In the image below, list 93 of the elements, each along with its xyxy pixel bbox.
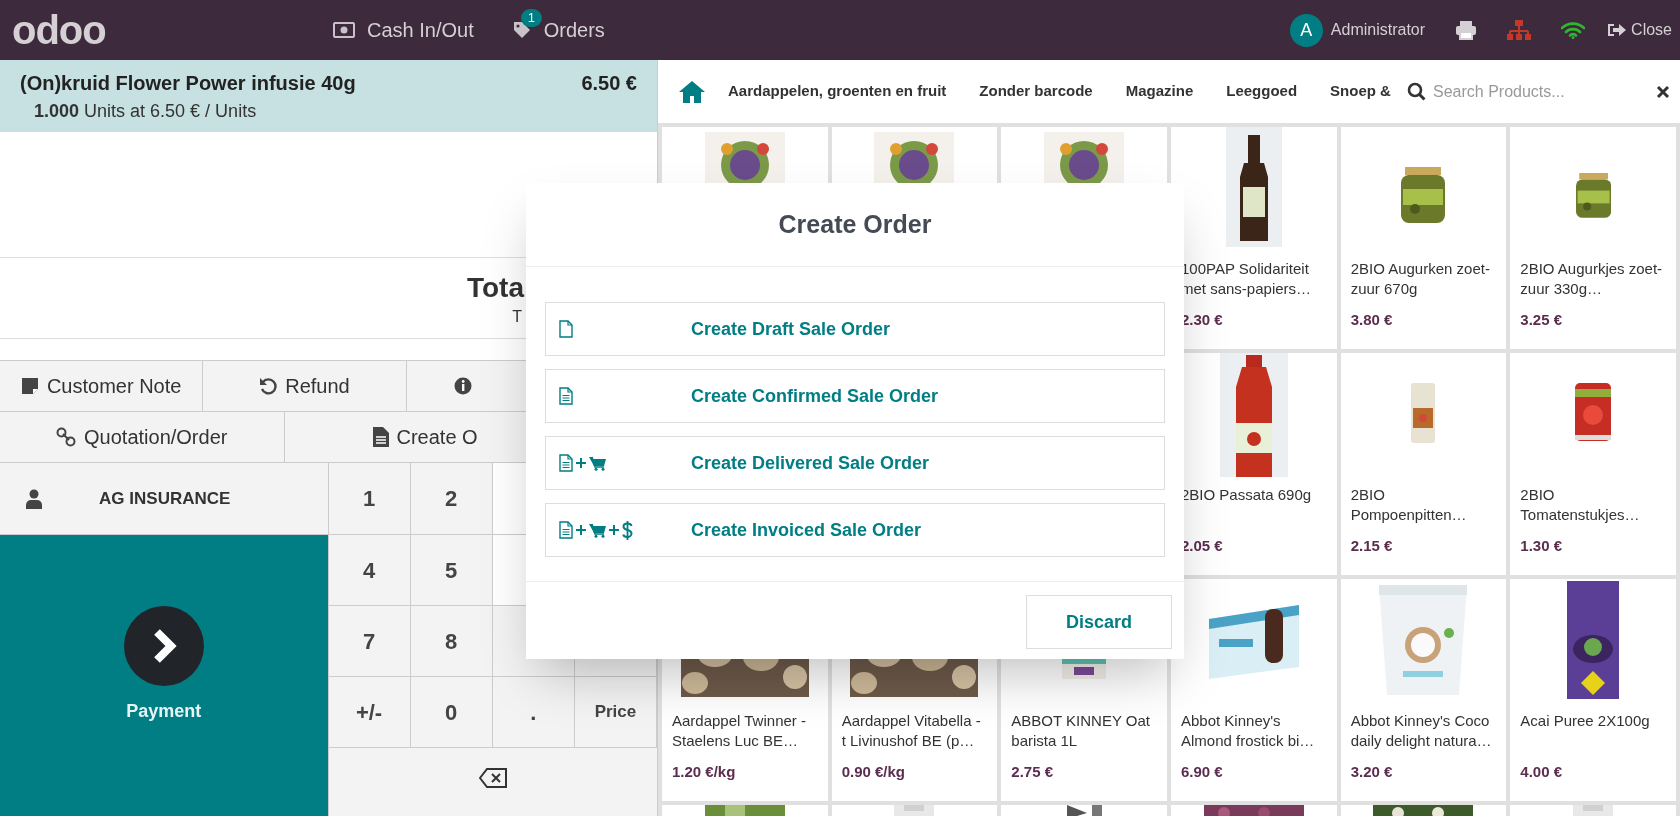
category-tab[interactable]: Aardappelen, groenten en fruit (728, 80, 947, 103)
note-button[interactable]: Customer Note (0, 361, 204, 411)
order-option[interactable]: Create Delivered Sale Order (545, 436, 1165, 490)
info-icon (453, 377, 472, 395)
total-label: Tota (466, 271, 524, 305)
search-field[interactable]: Search Products... (1433, 79, 1650, 104)
quotation-button[interactable]: Quotation/Order (0, 412, 285, 462)
payment-button[interactable]: Payment (0, 535, 328, 816)
backspace-icon (478, 768, 507, 788)
taxes-label: T (512, 307, 523, 327)
document-lines-icon (559, 454, 573, 472)
tag-icon (511, 20, 532, 40)
undo-icon (259, 377, 278, 395)
dollar-icon (622, 520, 633, 540)
sign-out-icon (1607, 22, 1628, 38)
product-name: Abbot Kinney's Coco daily delight natura… (1349, 711, 1493, 751)
note-icon (20, 377, 39, 395)
product-price: 1.30 € (1519, 536, 1564, 556)
product-price: 3.20 € (1349, 762, 1394, 782)
product-price: 3.80 € (1349, 310, 1394, 330)
product-card[interactable]: Abbot Kinney's Coco daily delight natura… 3.20 € (1340, 579, 1507, 801)
category-tab[interactable]: Snoep & (1330, 80, 1391, 103)
unit-detail: Units at 6.50 € / Units (84, 100, 257, 123)
order-option[interactable]: Create Invoiced Sale Order (545, 503, 1165, 557)
product-name: Aardappel Twinner - Staelens Luc BE… (671, 711, 807, 751)
product-name: Aardappel Vitabella - t Livinushof BE (p… (840, 711, 982, 751)
document-icon (559, 320, 573, 338)
logo[interactable]: odoo (0, 10, 333, 50)
product-name: ABBOT KINNEY Oat barista 1L (1010, 711, 1151, 751)
category-tab[interactable]: Magazine (1125, 80, 1194, 103)
cart-icon (589, 455, 606, 471)
product-price: 3.25 € (1519, 310, 1564, 330)
document-lines-icon (559, 387, 573, 405)
network-icon (1507, 19, 1532, 41)
person-icon (26, 488, 42, 509)
product-card[interactable]: 2BIO Augurkjes zoet-zuur 330g… 3.25 € (1510, 127, 1676, 349)
numpad-key[interactable]: +/- (328, 677, 411, 747)
printer-icon (1455, 20, 1478, 40)
product-price: 0.90 €/kg (840, 762, 907, 782)
numpad-key[interactable]: 0 (410, 677, 493, 747)
order-option[interactable]: Create Draft Sale Order (545, 302, 1165, 356)
numpad-key[interactable]: 4 (328, 535, 411, 605)
home-icon (678, 79, 706, 104)
search-icon (1407, 82, 1426, 101)
user-name[interactable]: Administrator (1330, 18, 1426, 42)
close-icon (1656, 84, 1670, 99)
product-name: 2BIO Augurken zoet-zuur 670g (1349, 259, 1491, 299)
product-name: 2BIO Augurkjes zoet-zuur 330g… (1519, 259, 1664, 299)
count-badge: 1 (520, 9, 542, 27)
numpad-key[interactable]: 1 (328, 463, 411, 534)
product-price: 4.00 € (1519, 762, 1564, 782)
product-name: Acai Puree 2X100g (1519, 711, 1651, 731)
chevron-right-icon (123, 606, 204, 686)
refund-button[interactable]: Refund (203, 361, 407, 411)
plus-icon (609, 525, 619, 535)
product-card[interactable]: Acai Puree 2X100g 4.00 € (1510, 579, 1676, 801)
plus-icon (576, 525, 586, 535)
product-name: (On)kruid Flower Power infusie 40g (20, 71, 356, 96)
numpad-key[interactable]: Price (574, 677, 657, 747)
wifi-icon (1561, 21, 1586, 39)
numpad-key[interactable]: . (492, 677, 575, 747)
cash-button[interactable]: Cash In/Out (333, 15, 474, 45)
category-tab[interactable]: Leeggoed (1226, 80, 1298, 103)
product-price: 6.90 € (1180, 762, 1224, 782)
product-name: 2BIO Pompoenpitten… (1349, 485, 1468, 525)
close-button[interactable]: Close (1607, 18, 1672, 42)
numpad-key[interactable]: 2 (410, 463, 493, 534)
discard-button[interactable]: Discard (1026, 595, 1172, 649)
category-tab[interactable]: Zonder barcode (979, 80, 1093, 103)
product-price: 1.20 €/kg (671, 762, 737, 782)
user-avatar: A (1289, 13, 1323, 47)
product-card[interactable]: 2BIO Augurken zoet-zuur 670g 3.80 € (1340, 127, 1507, 349)
customer-button[interactable]: AG INSURANCE (0, 463, 328, 535)
numpad-key[interactable]: 5 (410, 535, 493, 605)
banknote-icon (333, 22, 355, 38)
product-price: 2.15 € (1349, 536, 1394, 556)
numpad-key[interactable]: 7 (328, 606, 411, 676)
product-card[interactable]: 2BIO Tomatenstukjes… 1.30 € (1510, 353, 1676, 575)
product-name: 2BIO Tomatenstukjes… (1519, 485, 1641, 525)
product-name: Abbot Kinney's Almond frostick bi… (1180, 711, 1316, 751)
line-price: 6.50 € (581, 71, 637, 96)
dialog-title: Create Order (778, 208, 932, 240)
product-card[interactable]: 2BIO Pompoenpitten… 2.15 € (1340, 353, 1507, 575)
product-card[interactable]: Abbot Kinney's Almond frostick bi… 6.90 € (1171, 579, 1337, 801)
document-lines-icon (559, 521, 573, 539)
product-price: 2.75 € (1010, 762, 1055, 782)
quantity: 1.000 (34, 100, 80, 123)
order-option[interactable]: Create Confirmed Sale Order (545, 369, 1165, 423)
document-icon (372, 427, 389, 447)
plus-icon (576, 458, 586, 468)
cart-icon (589, 522, 606, 538)
numpad-key[interactable]: 8 (410, 606, 493, 676)
link-icon (56, 427, 77, 447)
